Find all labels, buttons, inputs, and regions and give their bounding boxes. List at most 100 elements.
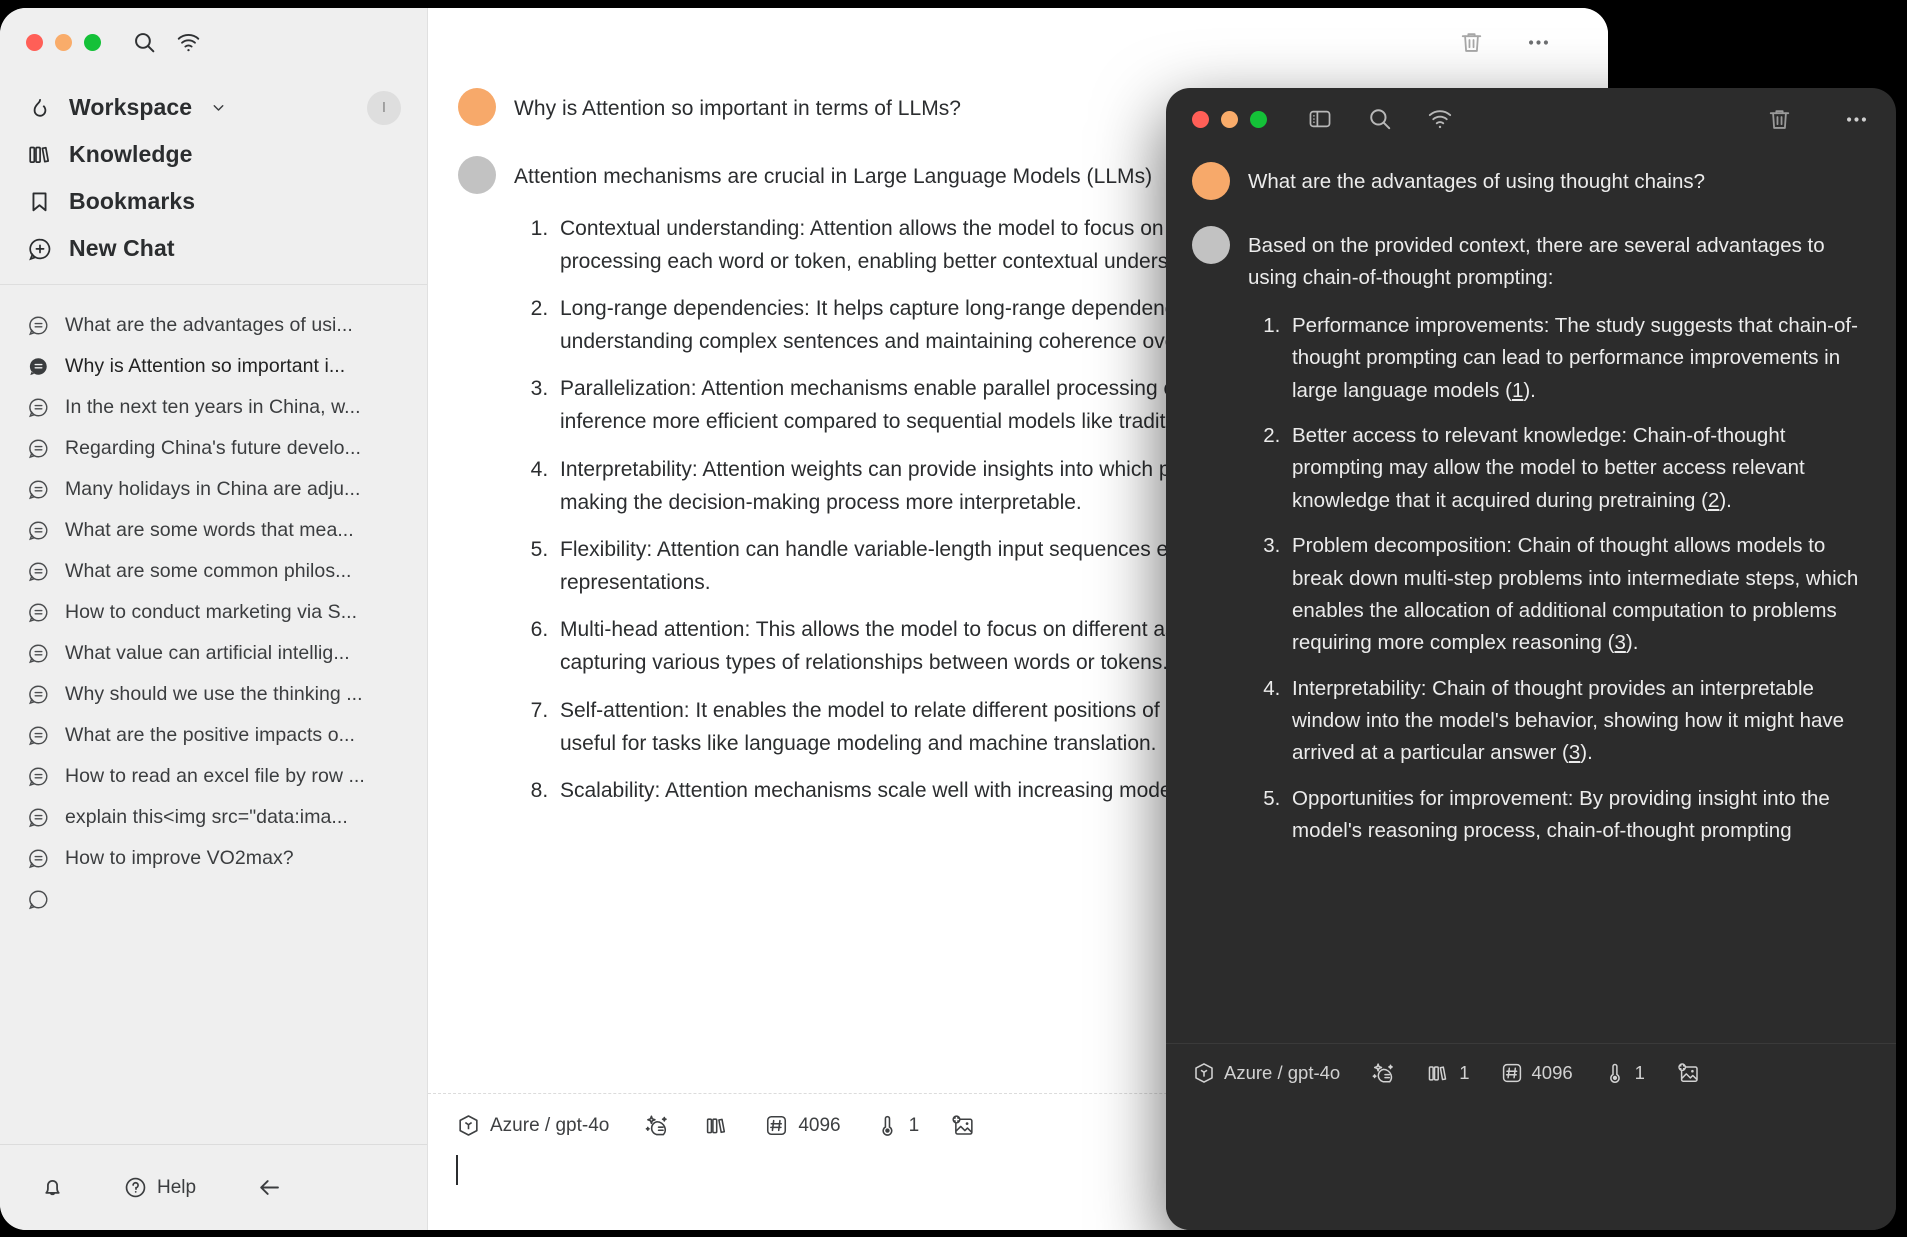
user-avatar <box>458 88 496 126</box>
chat-bubble-icon <box>26 724 50 748</box>
citation-number: 2 <box>1707 488 1720 512</box>
chat-bubble-icon <box>26 314 50 338</box>
dark-close-button[interactable] <box>1192 110 1209 128</box>
chat-bubble-icon <box>26 642 50 666</box>
dark-answer-text: Problem decomposition: Chain of thought … <box>1292 534 1859 655</box>
sidebar-item-bookmarks[interactable]: Bookmarks <box>0 178 427 225</box>
workspace-badge[interactable]: I <box>367 90 401 125</box>
token-limit[interactable]: 4096 <box>764 1113 841 1138</box>
assistant-avatar <box>458 156 496 194</box>
knowledge-icon[interactable] <box>704 1113 730 1139</box>
dark-zoom-button[interactable] <box>1250 110 1267 128</box>
chat-bubble-icon <box>26 437 50 461</box>
sidebar-item-new-chat[interactable]: New Chat <box>0 225 427 272</box>
dark-books-icon <box>1426 1061 1451 1086</box>
screen: Workspace I Knowledge Bookmarks New Chat… <box>0 0 1907 1237</box>
chat-list-item[interactable]: What value can artificial intellig... <box>0 633 427 674</box>
plus-chat-icon <box>26 235 53 262</box>
chat-list-item[interactable]: What are some words that mea... <box>0 510 427 551</box>
bell-icon[interactable] <box>40 1175 65 1200</box>
dark-model-label: Azure / gpt-4o <box>1224 1062 1341 1083</box>
citation-number: 3 <box>1614 631 1626 655</box>
zoom-button[interactable] <box>84 33 101 51</box>
chat-list-item-label: In the next ten years in China, w... <box>65 396 361 418</box>
dark-search-icon[interactable] <box>1367 106 1393 132</box>
dark-cube-icon <box>1192 1061 1216 1085</box>
chat-list-item-label: How to conduct marketing via S... <box>65 601 358 623</box>
dark-traffic-lights[interactable] <box>1192 110 1267 128</box>
chat-bubble-icon <box>26 888 50 912</box>
dark-token-limit[interactable]: 4096 <box>1500 1061 1573 1085</box>
citation-link[interactable]: (3). <box>1608 631 1639 654</box>
chat-list-item-label: What are the positive impacts o... <box>65 724 355 746</box>
chat-list-item[interactable]: Why is Attention so important i... <box>0 346 427 387</box>
dark-thermometer-icon <box>1603 1061 1627 1085</box>
wifi-icon[interactable] <box>173 27 203 57</box>
dark-add-image-icon[interactable] <box>1675 1060 1701 1086</box>
dark-answer-text: Performance improvements: The study sugg… <box>1292 313 1858 402</box>
dark-assistant-avatar <box>1192 226 1230 264</box>
dark-wifi-icon[interactable] <box>1427 106 1453 132</box>
chat-list-item[interactable]: Why should we use the thinking ... <box>0 674 427 715</box>
chat-list-item-label: explain this<img src="data:ima... <box>65 806 348 828</box>
sidebar-item-label: New Chat <box>69 235 175 261</box>
chat-bubble-icon <box>26 683 50 707</box>
dark-message-input[interactable] <box>1166 1098 1896 1230</box>
chat-list-item[interactable]: What are the positive impacts o... <box>0 715 427 756</box>
dark-more-horizontal-icon[interactable] <box>1843 106 1870 133</box>
chat-list-item[interactable]: What are the advantages of usi... <box>0 305 427 346</box>
chevron-down-icon[interactable] <box>210 99 227 116</box>
dark-minimize-button[interactable] <box>1221 110 1238 128</box>
dark-knowledge-selector[interactable]: 1 <box>1426 1061 1470 1086</box>
chat-list-item[interactable]: How to improve VO2max? <box>0 838 427 879</box>
help-button[interactable]: Help <box>123 1175 196 1200</box>
secondary-window: What are the advantages of using thought… <box>1166 88 1896 1230</box>
dark-hash-icon <box>1500 1061 1524 1085</box>
chat-list-item[interactable]: What are some common philos... <box>0 551 427 592</box>
chat-bubble-icon <box>26 519 50 543</box>
thermometer-icon <box>875 1113 900 1138</box>
dark-temperature-control[interactable]: 1 <box>1603 1061 1645 1085</box>
chat-list-item-label: How to read an excel file by row ... <box>65 765 365 787</box>
chat-pane-toolbar <box>428 8 1608 76</box>
help-label: Help <box>157 1176 197 1198</box>
dark-trash-icon[interactable] <box>1766 106 1793 133</box>
sidebar-item-label: Bookmarks <box>69 188 196 214</box>
add-image-icon[interactable] <box>949 1112 976 1139</box>
chat-list-item[interactable]: In the next ten years in China, w... <box>0 387 427 428</box>
chat-list-item-label: What value can artificial intellig... <box>65 642 350 664</box>
sidebar-item-workspace[interactable]: Workspace I <box>0 84 427 131</box>
temperature-value: 1 <box>908 1114 920 1136</box>
dark-magic-prompt-icon[interactable] <box>1370 1060 1396 1086</box>
dark-user-message: What are the advantages of using thought… <box>1166 162 1896 200</box>
chat-list-item[interactable]: How to conduct marketing via S... <box>0 592 427 633</box>
trash-icon[interactable] <box>1458 29 1485 56</box>
dark-model-selector[interactable]: Azure / gpt-4o <box>1192 1061 1340 1085</box>
dark-knowledge-count: 1 <box>1459 1062 1470 1083</box>
minimize-button[interactable] <box>55 33 72 51</box>
sidebar-item-knowledge[interactable]: Knowledge <box>0 131 427 178</box>
citation-link[interactable]: (3). <box>1562 741 1593 764</box>
chat-list-item[interactable]: Regarding China's future develo... <box>0 428 427 469</box>
chat-bubble-icon <box>26 765 50 789</box>
chat-list[interactable]: What are the advantages of usi... Why is… <box>0 301 427 1144</box>
chat-list-item[interactable] <box>0 879 427 920</box>
sidebar-toggle-icon[interactable] <box>1307 106 1333 132</box>
arrow-left-icon[interactable] <box>256 1174 283 1201</box>
flame-icon <box>26 94 53 121</box>
search-icon[interactable] <box>129 27 159 57</box>
citation-link[interactable]: (1). <box>1505 379 1536 402</box>
chat-list-item[interactable]: explain this<img src="data:ima... <box>0 797 427 838</box>
traffic-lights[interactable] <box>26 33 101 51</box>
magic-prompt-icon[interactable] <box>643 1112 670 1139</box>
temperature-control[interactable]: 1 <box>875 1113 920 1138</box>
model-selector[interactable]: Azure / gpt-4o <box>456 1113 609 1138</box>
chat-list-item[interactable]: Many holidays in China are adju... <box>0 469 427 510</box>
citation-link[interactable]: (2). <box>1701 489 1732 512</box>
question-circle-icon <box>123 1175 148 1200</box>
bookmark-icon <box>26 188 53 215</box>
dark-assistant-answer-list: Performance improvements: The study sugg… <box>1248 310 1862 848</box>
chat-list-item[interactable]: How to read an excel file by row ... <box>0 756 427 797</box>
more-horizontal-icon[interactable] <box>1525 29 1552 56</box>
close-button[interactable] <box>26 33 43 51</box>
